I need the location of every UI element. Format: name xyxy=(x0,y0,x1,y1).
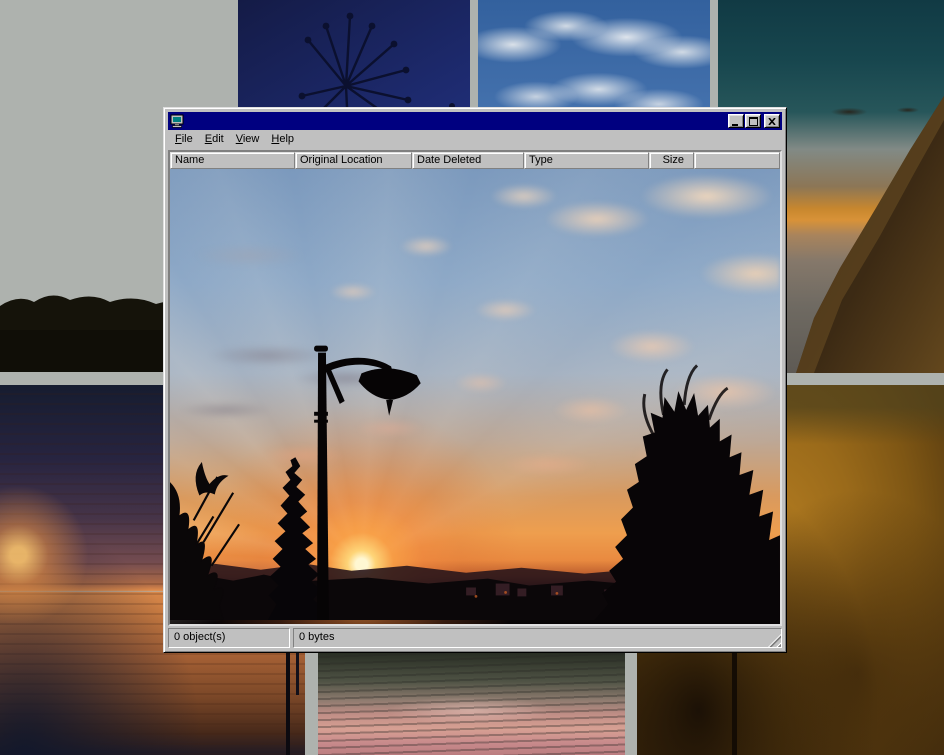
menu-edit[interactable]: Edit xyxy=(199,131,230,148)
menu-view[interactable]: View xyxy=(230,131,266,148)
column-header-original-location[interactable]: Original Location xyxy=(295,152,412,169)
sunset-silhouettes xyxy=(170,169,780,620)
recycle-bin-window: File Edit View Help Name Original Locati… xyxy=(163,107,787,653)
computer-icon[interactable] xyxy=(170,114,184,128)
column-header-date-deleted[interactable]: Date Deleted xyxy=(412,152,524,169)
column-header-type[interactable]: Type xyxy=(524,152,649,169)
column-header-filler xyxy=(694,152,780,169)
menu-bar: File Edit View Help xyxy=(168,130,782,149)
maximize-icon xyxy=(749,117,758,126)
column-header-name[interactable]: Name xyxy=(170,152,295,169)
status-byte-count: 0 bytes xyxy=(293,628,782,648)
minimize-icon xyxy=(732,123,740,127)
list-view-empty-area[interactable] xyxy=(170,169,780,624)
title-bar[interactable] xyxy=(168,112,782,130)
column-header-size[interactable]: Size xyxy=(649,152,694,169)
maximize-button[interactable] xyxy=(745,114,761,128)
status-bar: 0 object(s) 0 bytes xyxy=(168,628,782,648)
minimize-button[interactable] xyxy=(728,114,744,128)
close-icon xyxy=(768,118,776,125)
list-view-frame: Name Original Location Date Deleted Type… xyxy=(168,150,782,626)
close-button[interactable] xyxy=(764,114,780,128)
status-object-count: 0 object(s) xyxy=(168,628,290,648)
menu-help[interactable]: Help xyxy=(265,131,300,148)
menu-file[interactable]: File xyxy=(169,131,199,148)
column-header-row: Name Original Location Date Deleted Type… xyxy=(170,152,780,169)
